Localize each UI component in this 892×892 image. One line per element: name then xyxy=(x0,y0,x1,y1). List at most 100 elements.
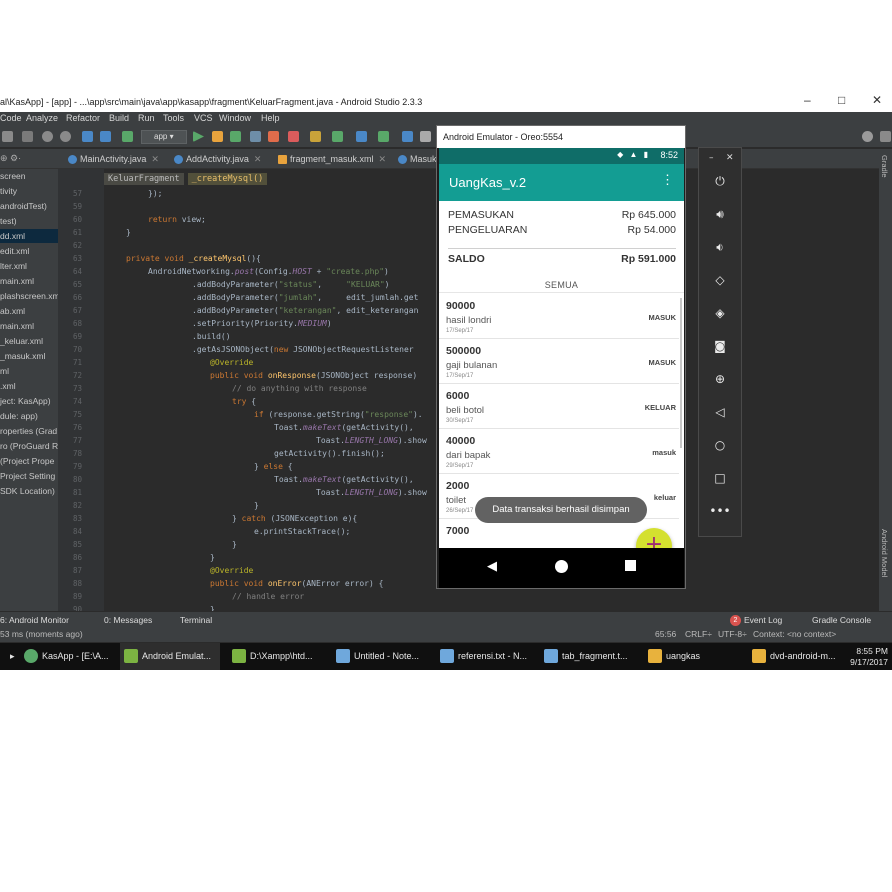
debug-icon[interactable] xyxy=(230,131,241,142)
search-everywhere-icon[interactable] xyxy=(862,131,873,142)
menu-refactor[interactable]: Refactor xyxy=(66,113,100,123)
close-tab-icon[interactable]: ✕ xyxy=(254,154,262,164)
taskbar-referensi[interactable]: referensi.txt - N... xyxy=(436,643,536,670)
volume-up-icon[interactable]: 🔊︎ xyxy=(699,207,741,222)
avd-manager-icon[interactable] xyxy=(356,131,367,142)
transaction-item[interactable]: 500000 gaji bulanan 17/Sep/17 MASUK xyxy=(439,339,679,384)
back-nav-icon[interactable] xyxy=(82,131,93,142)
android-model-tool-button[interactable]: Android Model xyxy=(880,529,889,577)
project-tree-item[interactable]: roperties (Grad xyxy=(0,424,57,438)
project-tree-item[interactable]: screen xyxy=(0,169,26,183)
device-monitor-icon[interactable] xyxy=(420,131,431,142)
caret-position[interactable]: 65:56 xyxy=(655,629,676,639)
rotate-left-icon[interactable]: ◇ xyxy=(699,273,741,287)
camera-icon[interactable]: ◙ xyxy=(699,339,741,353)
settings-icon[interactable] xyxy=(880,131,891,142)
make-project-icon[interactable] xyxy=(122,131,133,142)
menu-run[interactable]: Run xyxy=(138,113,155,123)
event-log-button[interactable]: Event Log xyxy=(744,615,782,625)
transaction-item[interactable]: 40000 dari bapak 29/Sep/17 masuk xyxy=(439,429,679,474)
line-separator[interactable]: CRLF÷ xyxy=(685,629,712,639)
tool-icon[interactable] xyxy=(2,131,13,142)
project-tree-item[interactable]: plashscreen.xml xyxy=(0,289,58,303)
more-icon[interactable]: ••• xyxy=(699,504,741,518)
instant-run-icon[interactable] xyxy=(212,131,223,142)
undo-icon[interactable] xyxy=(22,131,33,142)
forward-nav-icon[interactable] xyxy=(100,131,111,142)
menu-window[interactable]: Window xyxy=(219,113,251,123)
project-tree-item[interactable]: ro (ProGuard R xyxy=(0,439,58,453)
taskbar-xampp[interactable]: D:\Xampp\htd... xyxy=(228,643,328,670)
minimize-emulator-icon[interactable]: – xyxy=(709,153,714,163)
search-icon[interactable] xyxy=(42,131,53,142)
breadcrumb-method[interactable]: _createMysql() xyxy=(187,173,268,185)
home-icon[interactable]: ○ xyxy=(699,438,741,452)
taskbar-uangkas[interactable]: uangkas xyxy=(644,643,744,670)
project-tree-item[interactable]: lter.xml xyxy=(0,259,27,273)
phone-screen[interactable]: ◆ ▲ ▮ 8:52 UangKas_v.2 ⋮ PEMASUKAN Rp 64… xyxy=(439,148,684,588)
project-tree-item[interactable]: main.xml xyxy=(0,274,34,288)
messages-button[interactable]: 0: Messages xyxy=(104,615,152,625)
zoom-icon[interactable]: ⊕ xyxy=(699,372,741,386)
project-tree-item[interactable]: _keluar.xml xyxy=(0,334,43,348)
close-tab-icon[interactable]: ✕ xyxy=(151,154,159,164)
overflow-menu-icon[interactable]: ⋮ xyxy=(661,173,674,186)
tab-fragment-masuk[interactable]: fragment_masuk.xml ✕ xyxy=(276,152,386,168)
project-tree-item[interactable]: ab.xml xyxy=(0,304,25,318)
minimize-button[interactable]: – xyxy=(804,93,811,107)
project-tree-item[interactable]: tivity xyxy=(0,184,17,198)
file-encoding[interactable]: UTF-8÷ xyxy=(718,629,747,639)
project-tree-item[interactable]: .xml xyxy=(0,379,16,393)
project-tree-item[interactable]: test) xyxy=(0,214,17,228)
run-icon[interactable] xyxy=(193,131,204,142)
maximize-button[interactable]: □ xyxy=(838,93,845,107)
taskbar-tab-fragment[interactable]: tab_fragment.t... xyxy=(540,643,640,670)
project-tree-item[interactable]: main.xml xyxy=(0,319,34,333)
taskbar-emulator[interactable]: Android Emulat... xyxy=(120,643,220,670)
overview-icon[interactable] xyxy=(625,560,636,571)
transaction-item[interactable]: 90000 hasil londri 17/Sep/17 MASUK xyxy=(439,294,679,339)
project-tree-item[interactable]: androidTest) xyxy=(0,199,47,213)
overview-icon[interactable]: □ xyxy=(699,471,741,485)
split-icon[interactable]: ⊕ ⚙· xyxy=(0,153,21,164)
home-icon[interactable] xyxy=(555,560,568,573)
menu-vcs[interactable]: VCS xyxy=(194,113,213,123)
tab-masuk[interactable]: Masuk xyxy=(396,152,437,168)
attach-icon[interactable] xyxy=(250,131,261,142)
project-tree-item[interactable]: ject: KasApp) xyxy=(0,394,51,408)
back-icon[interactable]: ◁ xyxy=(699,405,741,419)
replace-icon[interactable] xyxy=(60,131,71,142)
android-monitor-button[interactable]: 6: Android Monitor xyxy=(0,615,69,625)
taskbar-clock[interactable]: 8:55 PM 9/17/2017 xyxy=(850,646,888,668)
gradle-sync-icon[interactable] xyxy=(332,131,343,142)
volume-down-icon[interactable]: 🔉︎ xyxy=(699,240,741,255)
back-icon[interactable]: ◀ xyxy=(487,559,497,574)
gradle-tool-button[interactable]: Gradle xyxy=(880,155,889,178)
tab-mainactivity[interactable]: MainActivity.java ✕ xyxy=(66,152,159,168)
menu-help[interactable]: Help xyxy=(261,113,280,123)
stop-icon[interactable] xyxy=(288,131,299,142)
close-tab-icon[interactable]: ✕ xyxy=(379,154,387,164)
run-config-select[interactable]: app ▾ xyxy=(141,130,187,144)
tab-addactivity[interactable]: AddActivity.java ✕ xyxy=(172,152,261,168)
project-tree-item[interactable]: dule: app) xyxy=(0,409,38,423)
help-icon[interactable] xyxy=(402,131,413,142)
taskbar-dvd-android[interactable]: dvd-android-m... xyxy=(748,643,848,670)
project-tree-item[interactable]: edit.xml xyxy=(0,244,29,258)
close-button[interactable]: ✕ xyxy=(872,93,882,107)
transaction-item[interactable]: 6000 beli botol 30/Sep/17 KELUAR xyxy=(439,384,679,429)
sdk-manager-icon[interactable] xyxy=(378,131,389,142)
breadcrumb-class[interactable]: KeluarFragment xyxy=(104,173,184,185)
taskbar-kasapp[interactable]: KasApp - [E:\A... xyxy=(20,643,118,670)
project-tree-item[interactable]: SDK Location) xyxy=(0,484,55,498)
project-tree-item[interactable]: (Project Prope xyxy=(0,454,54,468)
project-tree-item[interactable]: ml xyxy=(0,364,9,378)
project-tree-item[interactable]: _masuk.xml xyxy=(0,349,45,363)
menu-build[interactable]: Build xyxy=(109,113,129,123)
taskbar-untitled-notepad[interactable]: Untitled - Note... xyxy=(332,643,432,670)
sync-icon[interactable] xyxy=(310,131,321,142)
project-tree-item[interactable]: Project Setting xyxy=(0,469,55,483)
close-emulator-icon[interactable]: ✕ xyxy=(726,153,734,163)
power-icon[interactable]: ⏻ xyxy=(699,174,741,189)
menu-code[interactable]: Code xyxy=(0,113,22,123)
